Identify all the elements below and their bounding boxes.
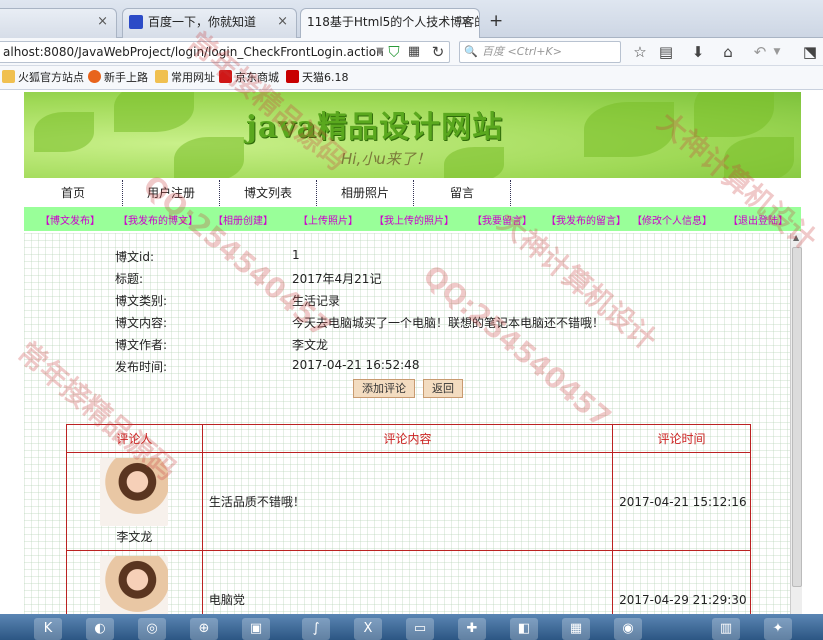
folder-icon: [155, 70, 168, 83]
subnav-my-blogs[interactable]: 【我发布的博文】: [118, 212, 198, 227]
site-subtitle: Hi,小u来了！: [341, 150, 431, 168]
field-value-time: 2017-04-21 16:52:48: [292, 358, 420, 372]
excel-icon[interactable]: X: [354, 618, 382, 640]
os-taskbar: K ◐ ◎ ⊕ ▣ ∫ X ▭ ✚ ◧ ▦ ◉ ▥ ✦: [0, 614, 823, 640]
shield-icon[interactable]: ⛉: [384, 42, 404, 62]
comment-content: 电脑党: [201, 550, 614, 614]
browser-tab-active[interactable]: 118基于Html5的个人技术博客的 ×: [300, 8, 480, 39]
baidu-favicon-icon: [129, 15, 143, 29]
field-label: 博文id:: [115, 250, 154, 264]
nav-register[interactable]: 用户注册: [123, 180, 220, 206]
new-tab-button[interactable]: +: [489, 11, 503, 31]
qr-code-icon[interactable]: ▦: [404, 42, 424, 62]
browser-tab[interactable]: ×: [0, 8, 117, 38]
scrollbar-thumb[interactable]: [792, 247, 802, 587]
table-row: 电脑党 2017-04-29 21:29:30: [66, 550, 751, 614]
app-icon[interactable]: ▦: [562, 618, 590, 640]
column-header: 评论内容: [201, 424, 614, 453]
field-label: 发布时间:: [115, 360, 168, 374]
jd-icon: [219, 70, 232, 83]
app-icon[interactable]: ✦: [764, 618, 792, 640]
comment-time: 2017-04-21 15:12:16: [612, 452, 751, 551]
app-icon[interactable]: ◧: [510, 618, 538, 640]
search-input[interactable]: 🔍 百度 <Ctrl+K>: [459, 41, 621, 63]
comments-table: 评论人 评论内容 评论时间 李文龙 生活品质不错哦！ 2017-04-21 15…: [66, 424, 751, 614]
bookmark-item[interactable]: 新手上路: [88, 70, 148, 86]
column-header: 评论人: [66, 424, 203, 453]
firefox-icon: [88, 70, 101, 83]
site-title: java精品设计网站: [246, 110, 504, 145]
field-value-author: 李文龙: [292, 338, 329, 352]
back-button[interactable]: 返回: [423, 379, 463, 398]
field-value-content: 今天去电脑城买了一个电脑！联想的笔记本电脑还不错哦！: [292, 316, 605, 330]
field-label: 博文作者:: [115, 338, 168, 352]
subnav-edit-profile[interactable]: 【修改个人信息】: [632, 212, 712, 227]
main-nav: 首页 用户注册 博文列表 相册照片 留言: [24, 180, 801, 206]
page-viewport: java精品设计网站 Hi,小u来了！ 首页 用户注册 博文列表 相册照片 留言…: [0, 90, 823, 614]
folder-icon: [2, 70, 15, 83]
download-icon[interactable]: ⬇: [688, 42, 708, 62]
reload-icon[interactable]: ↻: [428, 42, 448, 62]
app-icon[interactable]: ▥: [712, 618, 740, 640]
user-sub-nav: 【博文发布】 【我发布的博文】 【相册创建】 【上传照片】 【我上传的照片】 【…: [24, 207, 801, 231]
field-label: 博文内容:: [115, 316, 168, 330]
subnav-create-album[interactable]: 【相册创建】: [213, 212, 273, 227]
app-icon[interactable]: ✚: [458, 618, 486, 640]
extension-icon[interactable]: ⬔: [800, 42, 820, 62]
app-icon[interactable]: ▣: [242, 618, 270, 640]
browser-tab-strip: × 百度一下，你就知道 × 118基于Html5的个人技术博客的 × +: [0, 0, 823, 39]
folder-icon[interactable]: ▭: [406, 618, 434, 640]
bookmark-item[interactable]: 常用网址: [155, 70, 215, 86]
subnav-publish-blog[interactable]: 【博文发布】: [40, 212, 100, 227]
field-value-title: 2017年4月21记: [292, 272, 382, 286]
app-icon[interactable]: ⊕: [190, 618, 218, 640]
bookmark-star-icon[interactable]: ☆: [630, 42, 650, 62]
vertical-scrollbar[interactable]: ▲: [790, 233, 802, 614]
field-value-id: 1: [292, 248, 300, 262]
field-label: 标题:: [115, 272, 144, 286]
nav-photos[interactable]: 相册照片: [317, 180, 414, 206]
subnav-logout[interactable]: 【退出登陆】: [728, 212, 788, 227]
close-tab-icon[interactable]: ×: [277, 9, 288, 35]
comment-content: 生活品质不错哦！: [201, 452, 614, 551]
table-row: 李文龙 生活品质不错哦！ 2017-04-21 15:12:16: [66, 452, 751, 551]
nav-blog-list[interactable]: 博文列表: [220, 180, 317, 206]
close-tab-icon[interactable]: ×: [460, 9, 471, 35]
chevron-down-icon[interactable]: ▼: [767, 42, 787, 62]
column-header: 评论时间: [612, 424, 751, 453]
avatar: [100, 556, 169, 614]
add-comment-button[interactable]: 添加评论: [353, 379, 415, 398]
bookmark-item[interactable]: 天猫6.18: [286, 70, 349, 86]
subnav-my-photos[interactable]: 【我上传的照片】: [374, 212, 454, 227]
firefox-icon[interactable]: ◉: [614, 618, 642, 640]
nav-home[interactable]: 首页: [24, 180, 123, 206]
bookmark-item[interactable]: 火狐官方站点: [2, 70, 84, 86]
subnav-my-messages[interactable]: 【我发布的留言】: [546, 212, 626, 227]
field-value-category: 生活记录: [292, 294, 341, 308]
home-icon[interactable]: ⌂: [718, 42, 738, 62]
reading-list-icon[interactable]: ▤: [656, 42, 676, 62]
blog-detail-panel: 博文id: 1 标题: 2017年4月21记 博文类别: 生活记录 博文内容: …: [24, 233, 790, 614]
nav-message[interactable]: 留言: [414, 180, 511, 206]
comment-time: 2017-04-29 21:29:30: [612, 550, 751, 614]
app-icon[interactable]: ◎: [138, 618, 166, 640]
browser-nav-bar: alhost:8080/JavaWebProject/login/login_C…: [0, 38, 823, 66]
app-icon[interactable]: K: [34, 618, 62, 640]
bookmarks-bar: 火狐官方站点 新手上路 常用网址 京东商城 天猫6.18: [0, 66, 823, 90]
avatar: [100, 458, 169, 526]
search-engine-icon: 🔍: [464, 45, 478, 58]
app-icon[interactable]: ◐: [86, 618, 114, 640]
tmall-icon: [286, 70, 299, 83]
bookmark-item[interactable]: 京东商城: [219, 70, 279, 86]
field-label: 博文类别:: [115, 294, 168, 308]
table-header-row: 评论人 评论内容 评论时间: [66, 424, 751, 453]
subnav-upload-photo[interactable]: 【上传照片】: [298, 212, 358, 227]
site-banner: java精品设计网站 Hi,小u来了！: [24, 92, 801, 178]
subnav-leave-message[interactable]: 【我要留言】: [472, 212, 532, 227]
scroll-up-icon[interactable]: ▲: [793, 233, 799, 242]
comment-user: 李文龙: [116, 530, 153, 544]
browser-tab[interactable]: 百度一下，你就知道 ×: [122, 8, 297, 38]
app-icon[interactable]: ∫: [302, 618, 330, 640]
close-tab-icon[interactable]: ×: [97, 9, 108, 35]
